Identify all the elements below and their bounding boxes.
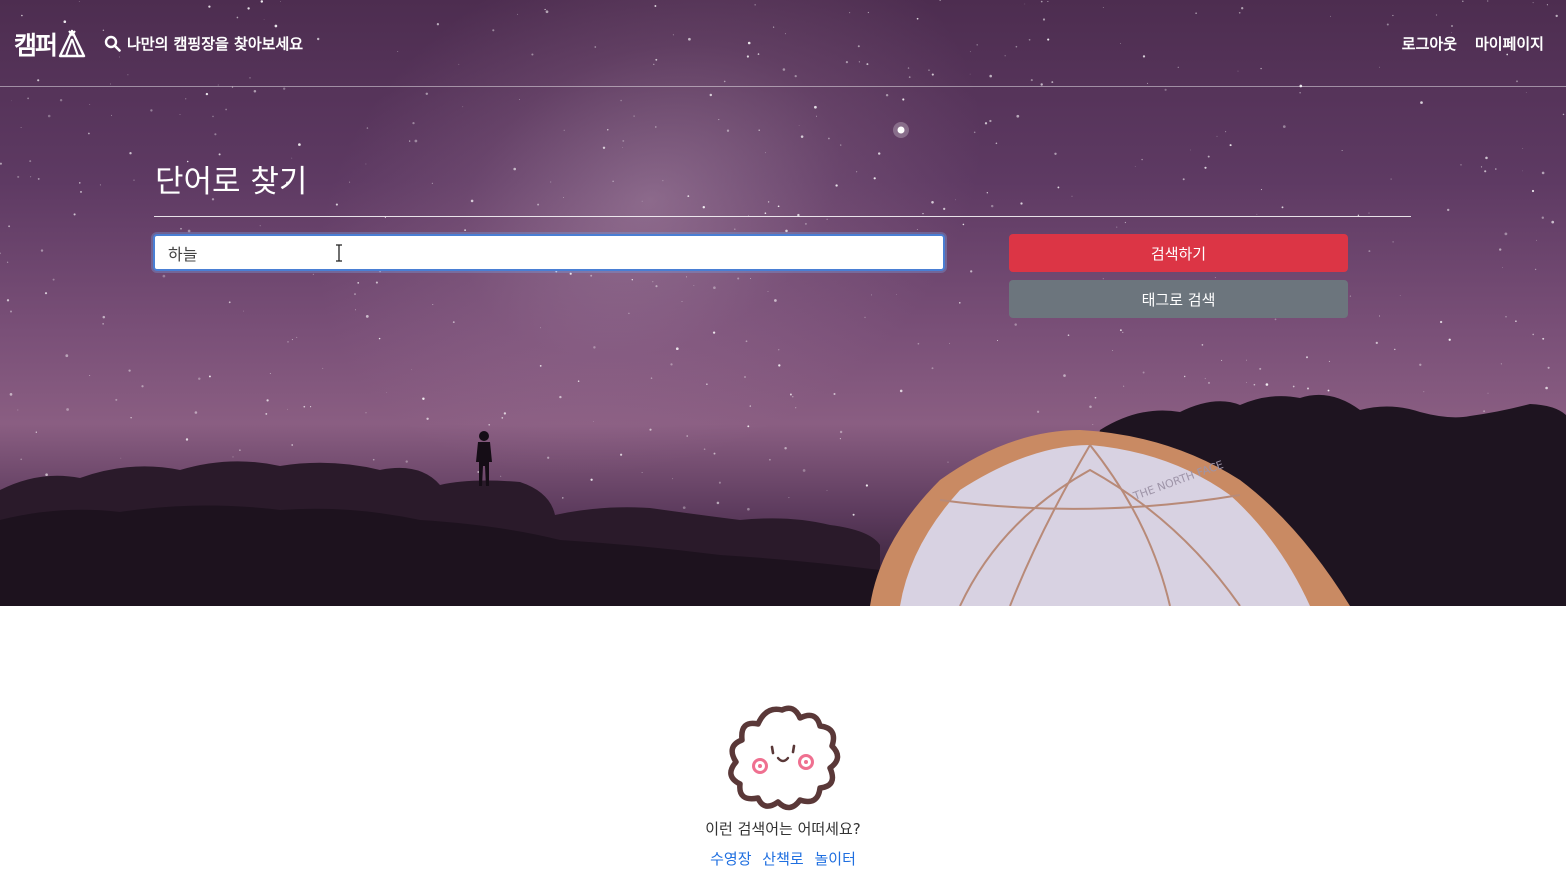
nav-search-prompt: 나만의 캠핑장을 찾아보세요 (127, 35, 304, 53)
hero-banner: THE NORTH FACE 캠퍼 나만의 캠핑장을 찾아보세요 로그아웃 마이… (0, 0, 1566, 606)
suggestion-keyword[interactable]: 놀이터 (814, 850, 855, 868)
top-navbar: 캠퍼 나만의 캠핑장을 찾아보세요 로그아웃 마이페이지 (0, 0, 1566, 87)
brand-name: 캠퍼 (14, 31, 58, 60)
nav-search-link[interactable]: 나만의 캠핑장을 찾아보세요 (104, 33, 303, 54)
search-input[interactable] (153, 234, 945, 271)
suggestion-keyword[interactable]: 수영장 (710, 850, 751, 868)
title-divider (154, 216, 1411, 217)
mascot-cloud-icon (728, 705, 841, 811)
page-title: 단어로 찾기 (155, 164, 308, 200)
suggestion-keywords: 수영장 산책로 놀이터 (0, 848, 1566, 869)
brand-logo[interactable]: 캠퍼 (14, 26, 86, 62)
logout-link[interactable]: 로그아웃 (1402, 33, 1457, 54)
tent-icon (58, 29, 86, 58)
text-cursor-icon (336, 244, 342, 262)
search-icon (104, 35, 121, 52)
search-button[interactable]: 검색하기 (1009, 234, 1348, 272)
suggestion-keyword[interactable]: 산책로 (762, 850, 803, 868)
mypage-link[interactable]: 마이페이지 (1475, 33, 1544, 54)
suggestion-question: 이런 검색어는 어떠세요? (705, 820, 861, 838)
tag-search-button[interactable]: 태그로 검색 (1009, 280, 1348, 318)
nav-user-menu: 로그아웃 마이페이지 (1402, 33, 1544, 54)
suggestion-section: 이런 검색어는 어떠세요? 수영장 산책로 놀이터 (0, 606, 1566, 868)
